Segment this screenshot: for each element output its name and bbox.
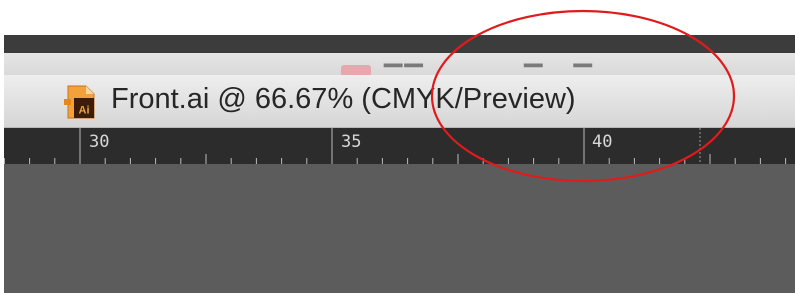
document-title: Front.ai @ 66.67% (CMYK/Preview) [111,83,576,115]
control-panel: ▔▔ ▁▁ ▁▁▔ ▁▔ ▁▁▁ [4,53,795,75]
file-icon-label: Ai [79,105,90,117]
artboard-canvas[interactable] [4,164,795,293]
ruler-label-40: 40 [592,132,613,152]
ruler-label-35: 35 [341,132,362,152]
ruler-ticks [4,128,787,164]
document-tab[interactable]: Ai Front.ai @ 66.67% (CMYK/Preview) [4,75,795,128]
color-swatch[interactable] [341,65,371,75]
ruler-label-30: 30 [89,132,110,152]
screenshot: ▔▔ ▁▁ ▁▁▔ ▁▔ ▁▁▁ Ai Front.ai @ 66.67% (C… [0,0,795,293]
application-bar [4,35,795,53]
control-panel-clipped-text: ▔▔ ▁▁ ▁▁▔ ▁▔ ▁▁▁ [384,64,664,75]
adobe-illustrator-file-icon: Ai [64,85,95,119]
horizontal-ruler[interactable]: 30 35 40 [4,128,795,164]
